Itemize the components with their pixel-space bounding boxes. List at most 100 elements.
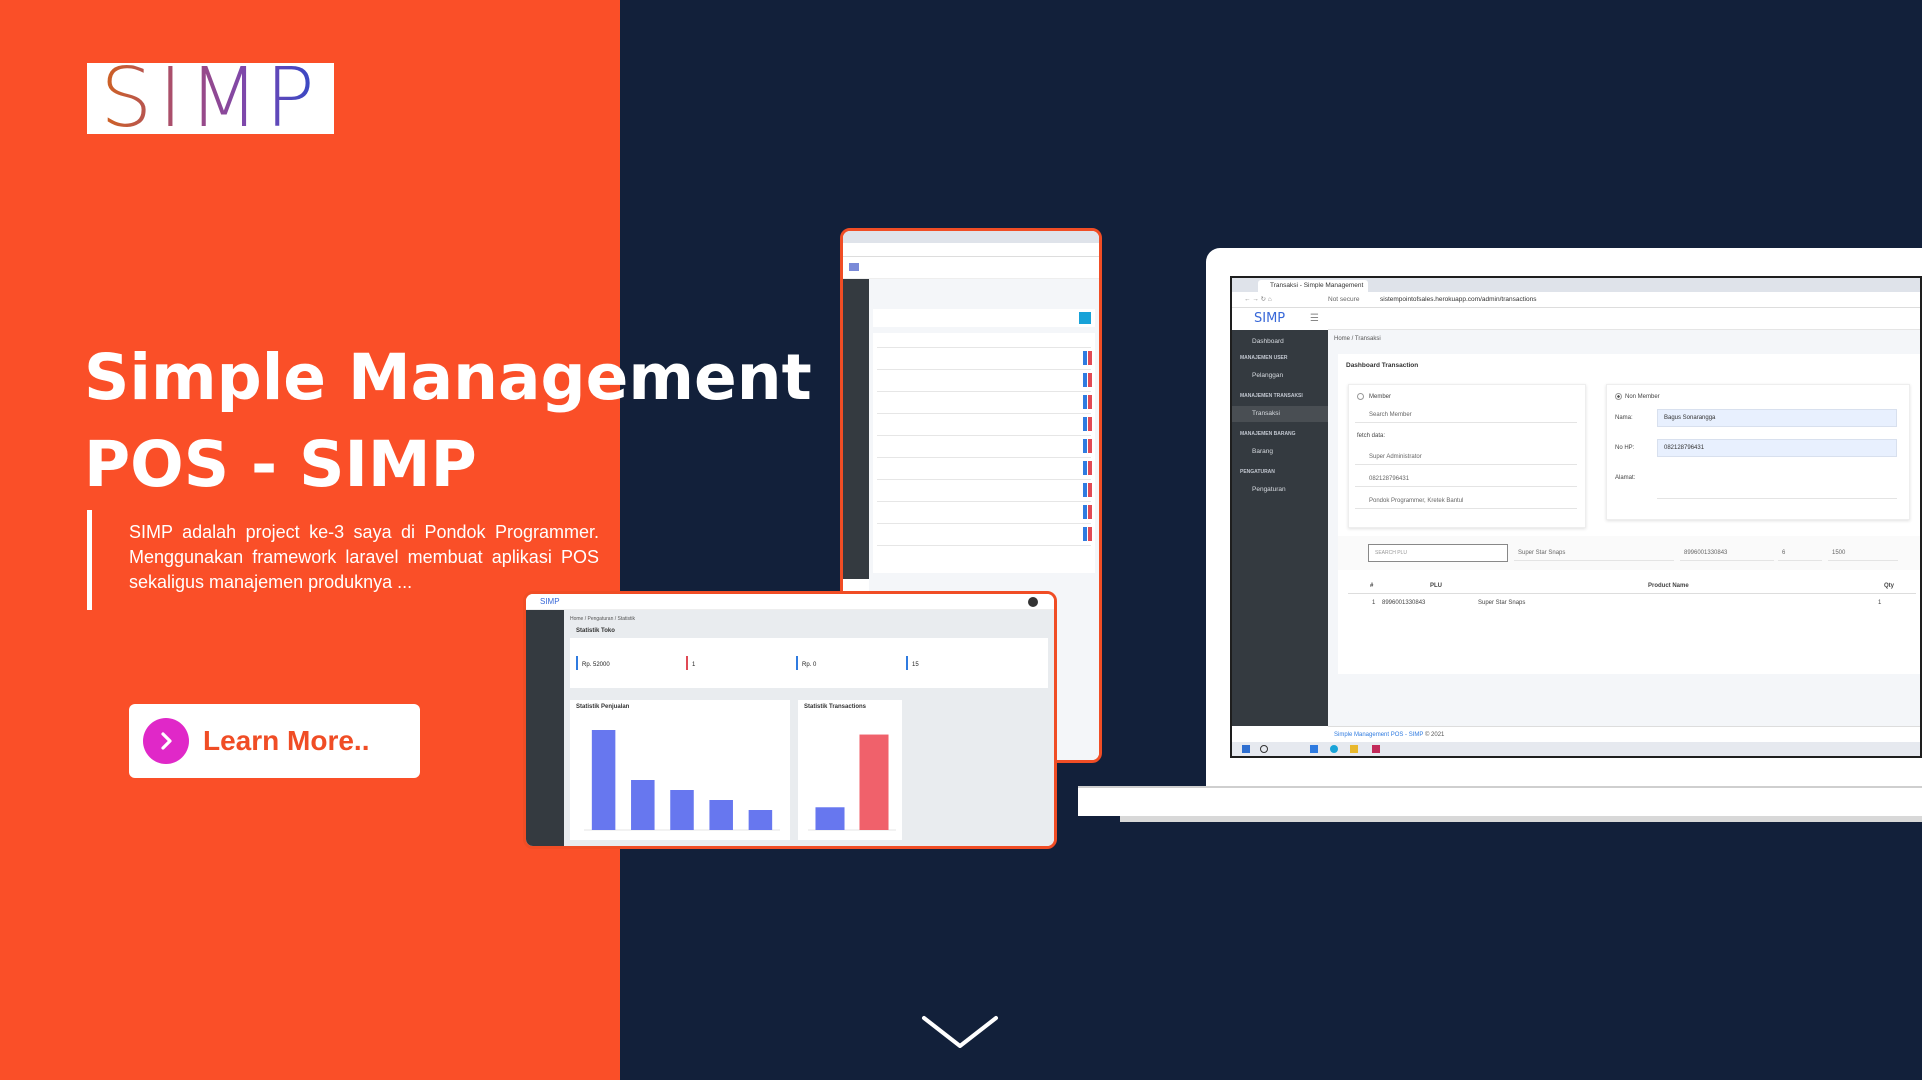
table-header: Qty xyxy=(1884,583,1895,589)
main-content: Home / Transaksi Dashboard Transaction M… xyxy=(1328,330,1920,726)
chevron-down-icon[interactable] xyxy=(920,1012,1000,1056)
sidebar-section-pengaturan: PENGATURAN xyxy=(1240,469,1275,475)
member-radio[interactable] xyxy=(1357,393,1364,400)
quote-bar xyxy=(87,510,92,610)
sidebar xyxy=(843,279,869,579)
table-header: # xyxy=(1370,583,1374,589)
browser-icon[interactable] xyxy=(1330,745,1338,753)
logo-text: SIMP xyxy=(100,50,321,146)
sidebar-section-user: MANAJEMEN USER xyxy=(1240,355,1288,361)
plu-row: SEARCH PLU Super Star Snaps 899600133084… xyxy=(1338,536,1920,570)
stat-card: Statistik Toko Rp. 52000 1 Rp. 0 15 xyxy=(570,628,1048,688)
main-content: Home / Pengaturan / Statistik Statistik … xyxy=(564,610,1054,846)
menu-icon[interactable]: ☰ xyxy=(1310,313,1319,324)
stat-title: Statistik Toko xyxy=(576,628,615,634)
plu-price-field[interactable]: 1500 xyxy=(1828,545,1898,561)
chart-bar xyxy=(709,800,733,830)
breadcrumb: Home / Transaksi xyxy=(1334,336,1381,342)
non-member-radio[interactable] xyxy=(1615,393,1622,400)
stat-value: Rp. 52000 xyxy=(582,662,610,668)
plu-product-field[interactable]: Super Star Snaps xyxy=(1514,545,1674,561)
sidebar-item-dashboard[interactable]: Dashboard xyxy=(1232,334,1328,350)
table-cell: 1 xyxy=(1878,600,1882,606)
non-member-panel: Non Member Nama: Bagus Sonarangga No HP:… xyxy=(1606,384,1910,520)
fetched-phone: 082128796431 xyxy=(1355,471,1577,487)
hero-description: SIMP adalah project ke-3 saya di Pondok … xyxy=(129,522,599,592)
search-member-input[interactable]: Search Member xyxy=(1355,407,1577,423)
not-secure-label: Not secure xyxy=(1328,296,1360,303)
table-cell: Super Star Snaps xyxy=(1478,600,1526,606)
dashboard-mockup: SIMP Home / Pengaturan / Statistik Stati… xyxy=(523,591,1057,849)
browser-url-bar xyxy=(843,243,1099,257)
footer-link[interactable]: Simple Management POS - SIMP xyxy=(1334,732,1423,738)
breadcrumb: Home / Pengaturan / Statistik xyxy=(570,616,636,622)
search-plu-input[interactable]: SEARCH PLU xyxy=(1368,544,1508,562)
address-field[interactable] xyxy=(1657,469,1897,499)
transactions-chart-card: Statistik Transactions xyxy=(798,700,902,840)
stat-value: 15 xyxy=(912,662,919,668)
transaction-table: # PLU Product Name Qty 1 8996001330843 S… xyxy=(1348,580,1916,620)
sidebar-section-barang: MANAJEMEN BARANG xyxy=(1240,431,1296,437)
laptop-base xyxy=(1078,786,1922,816)
browser-tabs xyxy=(843,231,1099,243)
phone-field[interactable]: 082128796431 xyxy=(1657,439,1897,457)
transaction-card: Dashboard Transaction Member Search Memb… xyxy=(1338,354,1920,674)
sidebar-item-pengaturan[interactable]: Pengaturan xyxy=(1232,482,1328,498)
app-header: SIMP xyxy=(526,594,1054,610)
sidebar: Dashboard MANAJEMEN USER Pelanggan MANAJ… xyxy=(1232,330,1328,726)
hero-title-line2: POS - SIMP xyxy=(84,428,477,501)
member-label: Member xyxy=(1369,394,1392,400)
sidebar xyxy=(526,610,564,846)
chart-bar xyxy=(815,807,845,830)
chart-bar xyxy=(748,810,773,830)
sidebar-item-pelanggan[interactable]: Pelanggan xyxy=(1232,368,1328,384)
logo: SIMP xyxy=(87,57,334,139)
name-label: Nama: xyxy=(1615,415,1633,421)
address-label: Alamat: xyxy=(1615,475,1636,481)
app-icon[interactable] xyxy=(1372,745,1380,753)
stat-value: 1 xyxy=(692,662,696,668)
learn-more-button[interactable]: Learn More.. xyxy=(129,704,420,778)
plu-qty-field[interactable]: 6 xyxy=(1778,545,1822,561)
hero-title: Simple Management POS - SIMP xyxy=(84,334,812,508)
chart-bar xyxy=(859,734,889,830)
browser-tab[interactable]: Transaksi - Simple Management xyxy=(1258,280,1368,292)
non-member-label: Non Member xyxy=(1625,394,1660,400)
chevron-right-icon xyxy=(143,718,189,764)
laptop-foot xyxy=(1120,816,1922,822)
laptop-screen: Transaksi - Simple Management ← → ↻ ⌂ No… xyxy=(1230,276,1922,758)
table-header: PLU xyxy=(1430,583,1442,589)
sales-chart-card: Statistik Penjualan xyxy=(570,700,790,840)
plu-code-field[interactable]: 8996001330843 xyxy=(1680,545,1774,561)
product-table xyxy=(873,333,1095,573)
table-cell: 1 xyxy=(1372,600,1376,606)
transactions-chart xyxy=(808,734,896,831)
fetched-name: Super Administrator xyxy=(1355,449,1577,465)
browser-url-bar[interactable]: ← → ↻ ⌂ Not secure sistempointofsales.he… xyxy=(1232,292,1920,308)
url-text: sistempointofsales.herokuapp.com/admin/t… xyxy=(1380,296,1537,303)
fetched-address: Pondok Programmer, Kretek Bantul xyxy=(1355,493,1577,509)
chart-bar xyxy=(631,780,655,830)
app-footer: Simple Management POS - SIMP © 2021 xyxy=(1328,726,1920,742)
footer-copyright: © 2021 xyxy=(1424,732,1445,738)
hero-title-line1: Simple Management xyxy=(84,341,812,414)
name-field[interactable]: Bagus Sonarangga xyxy=(1657,409,1897,427)
member-panel: Member Search Member fetch data: Super A… xyxy=(1348,384,1586,528)
card-title: Dashboard Transaction xyxy=(1346,362,1419,369)
sidebar-section-transaksi: MANAJEMEN TRANSAKSI xyxy=(1240,393,1303,399)
sidebar-item-barang[interactable]: Barang xyxy=(1232,444,1328,460)
app-header xyxy=(843,257,1099,279)
os-taskbar xyxy=(1232,742,1920,756)
sidebar-item-transaksi[interactable]: Transaksi xyxy=(1232,406,1328,422)
windows-icon[interactable] xyxy=(1242,745,1250,753)
laptop-mockup: Transaksi - Simple Management ← → ↻ ⌂ No… xyxy=(1206,248,1922,786)
sales-chart xyxy=(584,730,780,831)
phone-label: No HP: xyxy=(1615,445,1635,451)
table-header: Product Name xyxy=(1648,583,1689,589)
top-navbar: ☰ xyxy=(1310,308,1920,330)
folder-icon[interactable] xyxy=(1350,745,1358,753)
learn-more-label: Learn More.. xyxy=(203,725,370,756)
chart-bar xyxy=(591,730,616,830)
app-icon[interactable] xyxy=(1310,745,1318,753)
search-icon[interactable] xyxy=(1260,745,1268,753)
